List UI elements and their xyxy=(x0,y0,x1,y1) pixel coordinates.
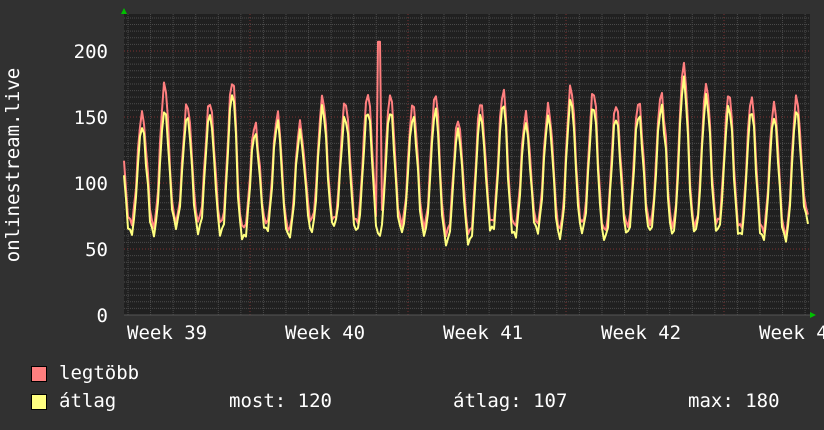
x-tick-label: Week 42 xyxy=(601,322,681,344)
y-tick-label: 150 xyxy=(74,107,108,129)
legend-max-label: legtöbb xyxy=(59,362,140,384)
legend-average: átlag: 107 xyxy=(453,390,568,412)
x-tick-label: Week 4 xyxy=(759,322,824,344)
x-tick-label: Week 40 xyxy=(285,322,365,344)
y-axis: 0 50 100 150 200 xyxy=(74,41,108,327)
legend-swatch-max xyxy=(31,366,47,382)
legend-current: most: 120 xyxy=(229,390,332,412)
legend-avg-label: átlag xyxy=(59,390,117,412)
y-tick-label: 0 xyxy=(97,305,108,327)
x-axis: Week 39 Week 40 Week 41 Week 42 Week 4 xyxy=(127,322,824,344)
x-tick-label: Week 41 xyxy=(443,322,523,344)
y-tick-label: 100 xyxy=(74,173,108,195)
y-axis-arrow xyxy=(121,8,127,14)
x-tick-label: Week 39 xyxy=(127,322,207,344)
y-tick-label: 50 xyxy=(85,239,108,261)
legend-maximum: max: 180 xyxy=(688,390,780,412)
legend-swatch-avg xyxy=(31,394,47,410)
y-tick-label: 200 xyxy=(74,41,108,63)
chart: 0 50 100 150 200 Week 39 Week 40 Week 41 Week 4… xyxy=(2,8,824,344)
y-axis-label: onlinestream.live xyxy=(2,68,24,262)
x-axis-arrow xyxy=(810,312,816,318)
